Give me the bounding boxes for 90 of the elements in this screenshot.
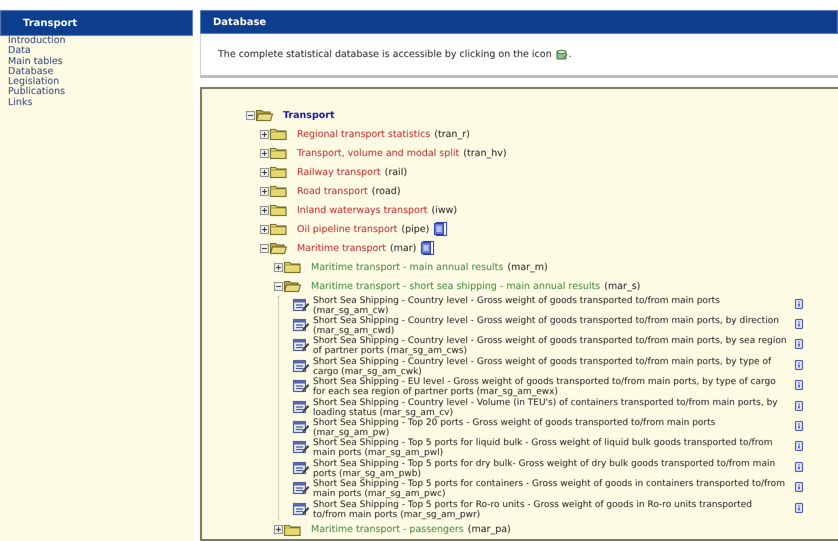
table-edit-icon[interactable] xyxy=(293,400,309,414)
dataset-title[interactable]: Short Sea Shipping - Top 5 ports for dry bulk- Gross weight of dry bulk goods transported to/from main ports (mar_sg_am_pwb) xyxy=(313,458,787,479)
dataset-title[interactable]: Short Sea Shipping - EU level - Gross weight of goods transported to/from main ports, by type of cargo for each sea region of partner ports (mar_sg_am_ewx) xyxy=(313,377,787,398)
folder-code: (mar_pa) xyxy=(468,524,511,535)
folder-link[interactable]: Inland waterways transport xyxy=(297,204,428,216)
table-edit-icon[interactable] xyxy=(293,338,309,352)
open-folder-icon xyxy=(284,280,301,292)
info-icon[interactable] xyxy=(795,462,803,472)
expand-icon[interactable] xyxy=(260,224,269,234)
expand-icon[interactable] xyxy=(260,186,269,196)
info-icon[interactable] xyxy=(795,319,803,330)
folder-code: (tran_r) xyxy=(434,128,470,140)
info-icon[interactable] xyxy=(795,298,803,309)
open-folder-icon xyxy=(256,109,273,122)
table-edit-icon[interactable] xyxy=(293,298,309,312)
database-icon[interactable] xyxy=(556,48,568,61)
dataset-title[interactable]: Short Sea Shipping - Country level - Gross weight of goods transported to/from main ports, by direction (mar_sg_am_cwd) xyxy=(313,316,787,336)
document-icon[interactable] xyxy=(434,222,448,236)
folder-icon xyxy=(270,166,287,178)
sidebar-link[interactable]: Publications xyxy=(0,87,193,98)
folder-icon xyxy=(270,147,287,160)
table-edit-icon[interactable] xyxy=(293,440,309,454)
intro-text: The complete statistical database is accessible by clicking on the icon xyxy=(218,49,552,60)
sidebar-link[interactable]: Legislation xyxy=(0,77,193,88)
dataset-title[interactable]: Short Sea Shipping - Country level - Gross weight of goods transported to/from main ports (mar_sg_am_cw) xyxy=(313,296,787,316)
folder-icon xyxy=(284,524,301,536)
expand-icon[interactable] xyxy=(260,130,269,139)
dataset-title[interactable]: Short Sea Shipping - Top 5 ports for containers - Gross weight of goods in containers transported to/from main ports (mar_sg_am_pwc) xyxy=(313,479,787,500)
sidebar-link[interactable]: Database xyxy=(0,66,193,78)
folder-code: (pipe) xyxy=(401,224,430,235)
dataset-title[interactable]: Short Sea Shipping - Top 20 ports - Gross weight of goods transported to/from main ports (mar_sg_am_pw) xyxy=(313,418,787,438)
expand-icon[interactable] xyxy=(260,148,269,158)
info-icon[interactable] xyxy=(795,441,803,452)
info-icon[interactable] xyxy=(795,339,803,350)
folder-icon xyxy=(270,185,287,198)
collapse-icon[interactable] xyxy=(274,282,283,291)
sidebar-link[interactable]: Links xyxy=(0,98,193,108)
table-edit-icon[interactable] xyxy=(293,481,309,496)
folder-link[interactable]: Oil pipeline transport xyxy=(297,224,398,235)
expand-icon[interactable] xyxy=(274,525,283,534)
folder-code: (rail) xyxy=(384,166,408,178)
folder-link[interactable]: Railway transport xyxy=(297,166,381,178)
folder-icon xyxy=(270,223,287,236)
info-icon[interactable] xyxy=(795,360,803,370)
sidebar-title: Transport xyxy=(23,18,78,28)
info-icon[interactable] xyxy=(795,421,803,432)
table-edit-icon[interactable] xyxy=(293,379,309,394)
info-icon[interactable] xyxy=(795,482,803,492)
table-edit-icon[interactable] xyxy=(293,420,309,434)
folder-code: (iww) xyxy=(432,204,458,216)
section-title: Database xyxy=(213,16,266,28)
folder-code: (tran_hv) xyxy=(463,148,507,159)
expand-icon[interactable] xyxy=(260,168,269,177)
expand-icon[interactable] xyxy=(274,262,283,272)
folder-link[interactable]: Maritime transport xyxy=(297,242,386,254)
folder-link[interactable]: Transport, volume and modal split xyxy=(297,148,460,159)
sidebar-link[interactable]: Main tables xyxy=(0,56,193,67)
sidebar-link[interactable]: Data xyxy=(0,46,193,57)
folder-link[interactable]: Maritime transport - passengers xyxy=(311,524,464,535)
intro-period: . xyxy=(568,49,572,60)
folder-link[interactable]: Regional transport statistics xyxy=(297,128,430,140)
table-edit-icon[interactable] xyxy=(293,502,309,516)
dataset-title[interactable]: Short Sea Shipping - Country level - Gross weight of goods transported to/from main ports, by sea region of partner ports (mar_sg_am_cws) xyxy=(313,336,787,356)
dataset-title[interactable]: Short Sea Shipping - Top 5 ports for liquid bulk - Gross weight of liquid bulk goods transported to/from main ports (mar_sg_am_pwl) xyxy=(313,438,787,458)
folder-icon xyxy=(284,261,301,274)
dataset-title[interactable]: Short Sea Shipping - Country level - Gross weight of goods transported to/from main ports, by type of cargo (mar_sg_am_cwk) xyxy=(313,356,787,377)
table-edit-icon[interactable] xyxy=(293,460,309,475)
folder-code: (road) xyxy=(372,186,401,197)
open-folder-icon xyxy=(270,242,287,254)
expand-icon[interactable] xyxy=(260,206,269,215)
folder-link[interactable]: Maritime transport - main annual results xyxy=(311,262,504,273)
folder-link[interactable]: Maritime transport - short sea shipping - main annual results xyxy=(311,280,600,292)
collapse-icon[interactable] xyxy=(246,110,255,120)
folder-code: (mar_s) xyxy=(604,280,640,292)
sidebar-link[interactable]: Introduction xyxy=(0,36,193,46)
document-icon[interactable] xyxy=(421,241,434,256)
folder-icon xyxy=(270,128,287,140)
folder-icon xyxy=(270,204,287,216)
table-edit-icon[interactable] xyxy=(293,358,309,373)
info-icon[interactable] xyxy=(795,380,803,390)
info-icon[interactable] xyxy=(795,400,803,411)
collapse-icon[interactable] xyxy=(260,244,269,253)
folder-link[interactable]: Transport xyxy=(283,110,335,121)
dataset-title[interactable]: Short Sea Shipping - Country level - Volume (in TEU's) of containers transported to/from main ports, by loading status (mar_sg_am_cv) xyxy=(313,398,787,418)
dataset-title[interactable]: Short Sea Shipping - Top 5 ports for Ro-ro units - Gross weight of goods in Ro-ro units transported to/from main ports (mar_sg_am_pwr) xyxy=(313,500,787,520)
folder-link[interactable]: Road transport xyxy=(297,186,368,197)
folder-code: (mar) xyxy=(390,242,416,254)
table-edit-icon[interactable] xyxy=(293,318,309,332)
folder-code: (mar_m) xyxy=(507,262,548,273)
info-icon[interactable] xyxy=(795,502,803,513)
